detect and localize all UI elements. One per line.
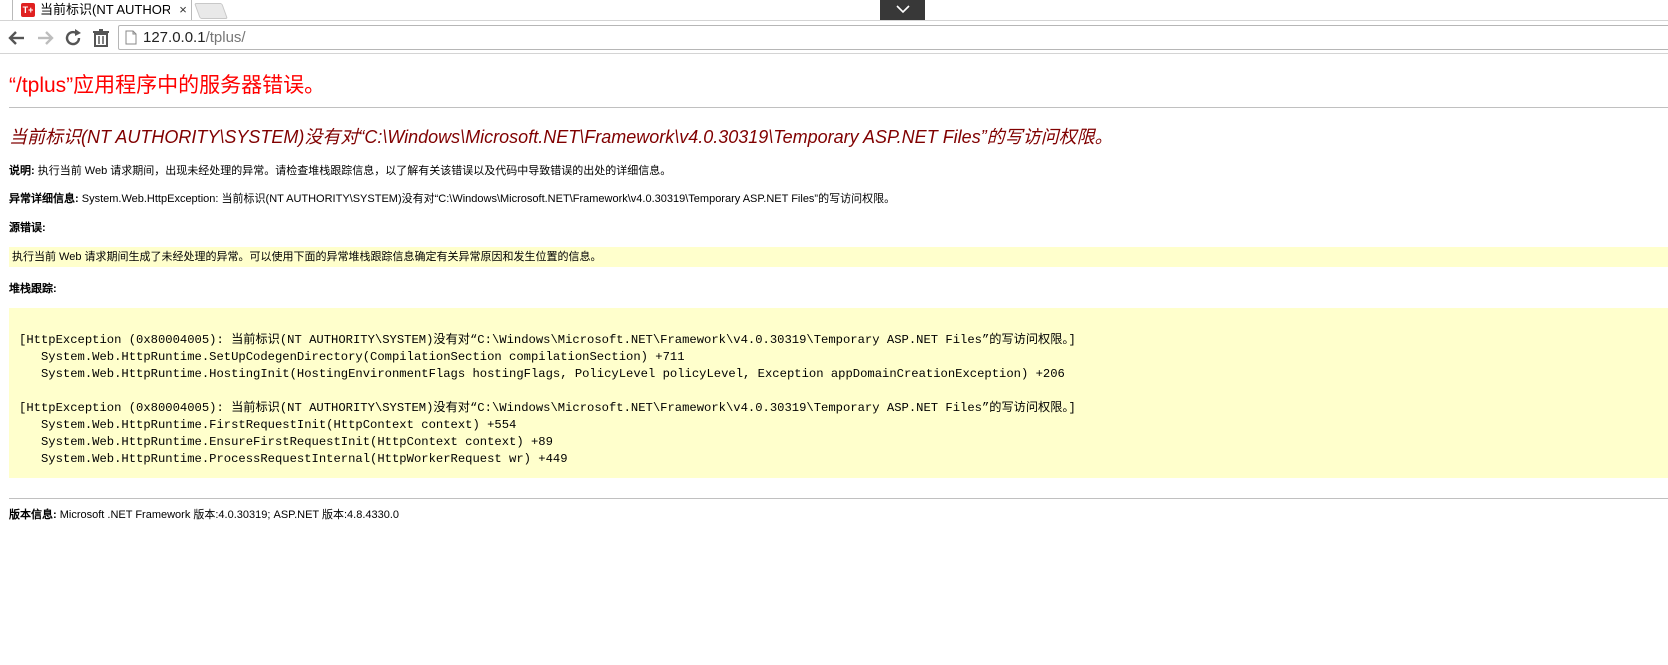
stack-line: System.Web.HttpRuntime.FirstRequestInit(… <box>19 418 517 432</box>
new-tab-button[interactable] <box>194 3 228 19</box>
error-message-heading: 当前标识(NT AUTHORITY\SYSTEM)没有对“C:\Windows\… <box>9 127 1113 147</box>
version-text: Microsoft .NET Framework 版本:4.0.30319; A… <box>56 509 400 521</box>
stack-line: System.Web.HttpRuntime.HostingInit(Hosti… <box>19 367 1065 381</box>
forward-arrow-icon[interactable] <box>34 27 56 49</box>
description-text: 执行当前 Web 请求期间，出现未经处理的异常。请检查堆栈跟踪信息，以了解有关该… <box>34 165 672 177</box>
url-text[interactable]: 127.0.0.1/tplus/ <box>143 28 246 47</box>
tab-strip: T+ 当前标识(NT AUTHORITY\SYSTEM)没有对 × <box>0 0 1668 20</box>
address-bar[interactable]: 127.0.0.1/tplus/ <box>118 25 1668 50</box>
description-row: 说明: 执行当前 Web 请求期间，出现未经处理的异常。请检查堆栈跟踪信息，以了… <box>9 162 671 178</box>
description-label: 说明: <box>9 165 35 177</box>
chevron-down-icon <box>895 5 910 14</box>
browser-toolbar: 127.0.0.1/tplus/ <box>0 20 1668 54</box>
stack-line: [HttpException (0x80004005): 当前标识(NT AUT… <box>19 333 1076 347</box>
back-arrow-icon[interactable] <box>6 27 28 49</box>
stack-line: System.Web.HttpRuntime.SetUpCodegenDirec… <box>19 350 685 364</box>
tab-close-icon[interactable]: × <box>176 0 190 20</box>
divider-bottom <box>9 498 1668 499</box>
source-error-label: 源错误: <box>9 222 46 234</box>
stack-line: [HttpException (0x80004005): 当前标识(NT AUT… <box>19 401 1076 415</box>
page-icon <box>125 30 137 45</box>
stack-trace-row: 堆栈跟踪: <box>9 280 57 296</box>
page-title: “/tplus”应用程序中的服务器错误。 <box>9 74 326 97</box>
tab-menu-button[interactable] <box>880 0 925 20</box>
site-favicon-icon: T+ <box>21 3 35 17</box>
exception-label: 异常详细信息: <box>9 193 79 205</box>
version-label: 版本信息: <box>9 509 57 521</box>
tab-title: 当前标识(NT AUTHORITY\SYSTEM)没有对 <box>40 2 170 17</box>
page-content: “/tplus”应用程序中的服务器错误。 当前标识(NT AUTHORITY\S… <box>0 55 1668 665</box>
stack-line: System.Web.HttpRuntime.ProcessRequestInt… <box>19 452 568 466</box>
reload-icon[interactable] <box>62 27 84 49</box>
stack-gap <box>19 383 1668 400</box>
stack-line: System.Web.HttpRuntime.EnsureFirstReques… <box>19 435 553 449</box>
exception-details-row: 异常详细信息: System.Web.HttpException: 当前标识(N… <box>9 190 895 206</box>
version-info-row: 版本信息: Microsoft .NET Framework 版本:4.0.30… <box>9 506 399 522</box>
url-path: /tplus/ <box>205 29 246 46</box>
trash-icon[interactable] <box>90 27 112 49</box>
stack-trace-box: [HttpException (0x80004005): 当前标识(NT AUT… <box>9 308 1668 478</box>
source-error-box: 执行当前 Web 请求期间生成了未经处理的异常。可以使用下面的异常堆栈跟踪信息确… <box>9 247 1668 267</box>
divider-top <box>9 107 1668 108</box>
exception-text: System.Web.HttpException: 当前标识(NT AUTHOR… <box>78 193 896 205</box>
source-error-row: 源错误: <box>9 219 46 235</box>
stack-trace-label: 堆栈跟踪: <box>9 283 57 295</box>
url-host: 127.0.0.1 <box>143 29 206 46</box>
browser-tab[interactable]: T+ 当前标识(NT AUTHORITY\SYSTEM)没有对 × <box>12 0 192 20</box>
